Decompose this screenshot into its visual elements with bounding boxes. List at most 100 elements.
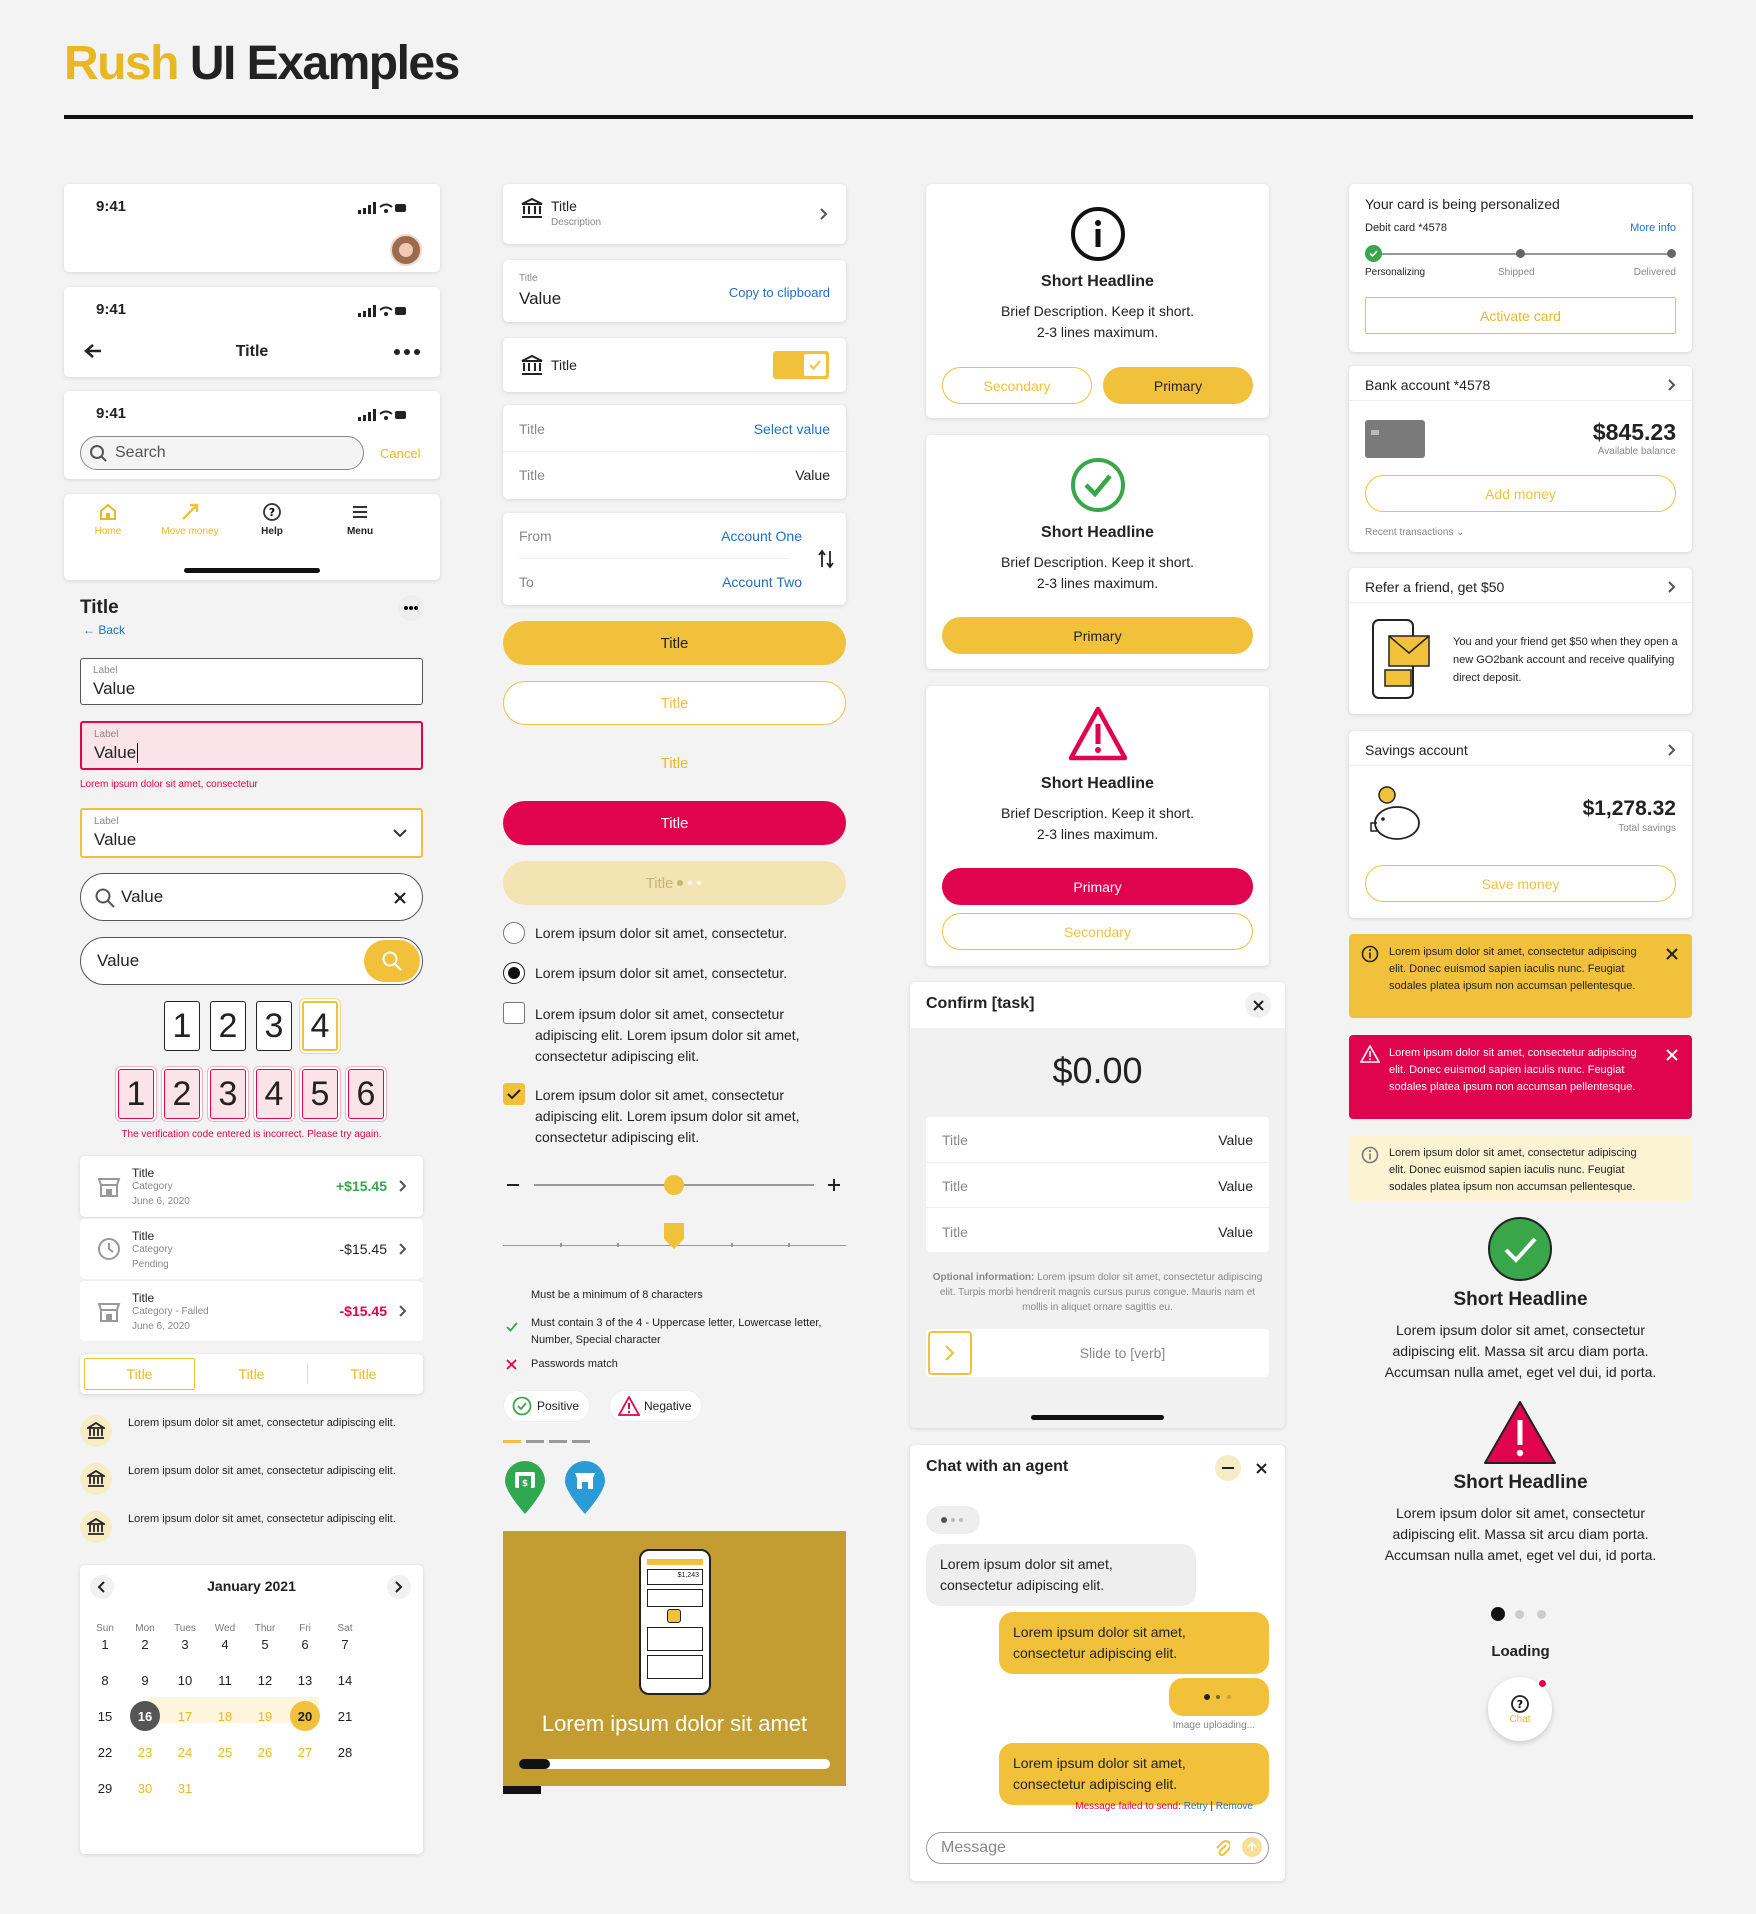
more-info-link[interactable]: More info bbox=[1630, 222, 1676, 234]
calendar-day[interactable]: 1 bbox=[90, 1629, 120, 1659]
search-input[interactable]: Search bbox=[80, 436, 364, 470]
slider-thumb[interactable] bbox=[664, 1175, 684, 1195]
calendar-day[interactable]: 28 bbox=[330, 1737, 360, 1767]
text-field[interactable]: Label Value bbox=[80, 658, 423, 705]
text-field-error[interactable]: Label Value bbox=[80, 721, 423, 770]
back-link[interactable]: ← Back bbox=[83, 623, 125, 637]
calendar-day[interactable]: 11 bbox=[210, 1665, 240, 1695]
cancel-button[interactable]: Cancel bbox=[380, 446, 420, 461]
send-button[interactable] bbox=[1242, 1837, 1262, 1857]
primary-button[interactable]: Primary bbox=[942, 868, 1253, 905]
attach-icon[interactable] bbox=[1214, 1839, 1230, 1857]
remove-link[interactable]: Remove bbox=[1216, 1801, 1253, 1812]
next-month-button[interactable] bbox=[387, 1575, 411, 1599]
primary-button[interactable]: Primary bbox=[942, 617, 1253, 654]
tab-home[interactable]: Home bbox=[78, 502, 138, 537]
code-digit[interactable]: 1 bbox=[118, 1069, 154, 1119]
primary-button[interactable]: Primary bbox=[1103, 367, 1253, 404]
calendar-day[interactable]: 5 bbox=[250, 1629, 280, 1659]
calendar-day[interactable]: 22 bbox=[90, 1737, 120, 1767]
calendar-day[interactable]: 26 bbox=[250, 1737, 280, 1767]
slide-handle[interactable] bbox=[928, 1331, 972, 1375]
atm-map-pin-icon[interactable]: $ bbox=[503, 1459, 547, 1515]
checkbox-unchecked[interactable] bbox=[503, 1002, 525, 1024]
code-digit[interactable]: 3 bbox=[210, 1069, 246, 1119]
calendar-day[interactable]: 4 bbox=[210, 1629, 240, 1659]
tab-help[interactable]: ? Help bbox=[242, 502, 302, 537]
chevron-right-icon[interactable] bbox=[1668, 581, 1676, 593]
text-button[interactable]: Title bbox=[503, 741, 846, 785]
calendar-day[interactable]: 23 bbox=[130, 1737, 160, 1767]
segment-3[interactable]: Title bbox=[308, 1358, 419, 1390]
calendar-day[interactable]: 14 bbox=[330, 1665, 360, 1695]
close-icon[interactable] bbox=[1666, 948, 1678, 960]
calendar-day[interactable]: 9 bbox=[130, 1665, 160, 1695]
activate-card-button[interactable]: Activate card bbox=[1365, 297, 1676, 334]
calendar-day[interactable]: 29 bbox=[90, 1773, 120, 1803]
destructive-button[interactable]: Title bbox=[503, 801, 846, 845]
to-account[interactable]: Account Two bbox=[722, 574, 802, 590]
calendar-day[interactable]: 15 bbox=[90, 1701, 120, 1731]
calendar-day[interactable]: 19 bbox=[250, 1701, 280, 1731]
calendar-day[interactable]: 30 bbox=[130, 1773, 160, 1803]
store-map-pin-icon[interactable] bbox=[563, 1459, 607, 1515]
minus-icon[interactable] bbox=[506, 1178, 520, 1192]
message-input[interactable]: Message bbox=[926, 1832, 1269, 1864]
calendar-day[interactable]: 8 bbox=[90, 1665, 120, 1695]
select-field[interactable]: Label Value bbox=[80, 808, 423, 858]
calendar-day[interactable]: 18 bbox=[210, 1701, 240, 1731]
calendar-day[interactable]: 3 bbox=[170, 1629, 200, 1659]
search-field[interactable]: Value bbox=[80, 873, 423, 921]
code-digit[interactable]: 5 bbox=[302, 1069, 338, 1119]
retry-link[interactable]: Retry bbox=[1184, 1801, 1208, 1812]
checkbox-checked[interactable] bbox=[503, 1083, 525, 1105]
radio-unchecked[interactable] bbox=[503, 922, 525, 944]
calendar-day[interactable]: 31 bbox=[170, 1773, 200, 1803]
calendar-day[interactable]: 2 bbox=[130, 1629, 160, 1659]
calendar-day[interactable]: 27 bbox=[290, 1737, 320, 1767]
overflow-menu-button[interactable] bbox=[398, 595, 424, 621]
close-button[interactable] bbox=[1245, 992, 1271, 1018]
search-submit-button[interactable] bbox=[364, 940, 420, 982]
list-row[interactable]: Title Description bbox=[503, 184, 846, 244]
calendar-day[interactable]: 20 bbox=[290, 1701, 320, 1731]
calendar-day[interactable]: 21 bbox=[330, 1701, 360, 1731]
transaction-row[interactable]: Title Category June 6, 2020 +$15.45 bbox=[80, 1156, 423, 1217]
chevron-right-icon[interactable] bbox=[1668, 379, 1676, 391]
avatar[interactable] bbox=[390, 234, 422, 266]
tab-move-money[interactable]: Move money bbox=[150, 502, 230, 537]
plus-icon[interactable] bbox=[827, 1178, 841, 1192]
calendar-day[interactable]: 17 bbox=[170, 1701, 200, 1731]
save-money-button[interactable]: Save money bbox=[1365, 865, 1676, 902]
code-digit[interactable]: 2 bbox=[210, 1001, 246, 1051]
add-money-button[interactable]: Add money bbox=[1365, 475, 1676, 512]
swap-icon[interactable] bbox=[818, 549, 834, 569]
select-value-link[interactable]: Select value bbox=[754, 421, 830, 437]
copy-to-clipboard-link[interactable]: Copy to clipboard bbox=[729, 285, 830, 300]
calendar-day[interactable]: 7 bbox=[330, 1629, 360, 1659]
recent-transactions-toggle[interactable]: Recent transactions ⌄ bbox=[1365, 527, 1465, 538]
minimize-button[interactable] bbox=[1215, 1455, 1241, 1481]
code-digit[interactable]: 2 bbox=[164, 1069, 200, 1119]
segment-2[interactable]: Title bbox=[196, 1358, 307, 1390]
primary-button[interactable]: Title bbox=[503, 621, 846, 665]
step-slider-thumb[interactable] bbox=[663, 1222, 685, 1250]
calendar-day[interactable]: 16 bbox=[130, 1701, 160, 1731]
code-digit[interactable]: 6 bbox=[348, 1069, 384, 1119]
from-account[interactable]: Account One bbox=[721, 528, 802, 544]
code-digit[interactable]: 1 bbox=[164, 1001, 200, 1051]
secondary-button[interactable]: Secondary bbox=[942, 913, 1253, 950]
toggle-switch[interactable] bbox=[773, 351, 829, 379]
secondary-button[interactable]: Title bbox=[503, 681, 846, 725]
calendar-day[interactable]: 12 bbox=[250, 1665, 280, 1695]
slide-to-confirm[interactable]: Slide to [verb] bbox=[926, 1329, 1269, 1377]
calendar-day[interactable]: 13 bbox=[290, 1665, 320, 1695]
calendar-day[interactable]: 6 bbox=[290, 1629, 320, 1659]
chevron-right-icon[interactable] bbox=[1668, 744, 1676, 756]
calendar-day[interactable]: 24 bbox=[170, 1737, 200, 1767]
close-button[interactable] bbox=[1248, 1455, 1274, 1481]
radio-checked[interactable] bbox=[503, 962, 525, 984]
transaction-row[interactable]: Title Category Pending -$15.45 bbox=[80, 1218, 423, 1279]
segment-1[interactable]: Title bbox=[84, 1358, 195, 1390]
code-digit[interactable]: 4 bbox=[302, 1001, 338, 1051]
